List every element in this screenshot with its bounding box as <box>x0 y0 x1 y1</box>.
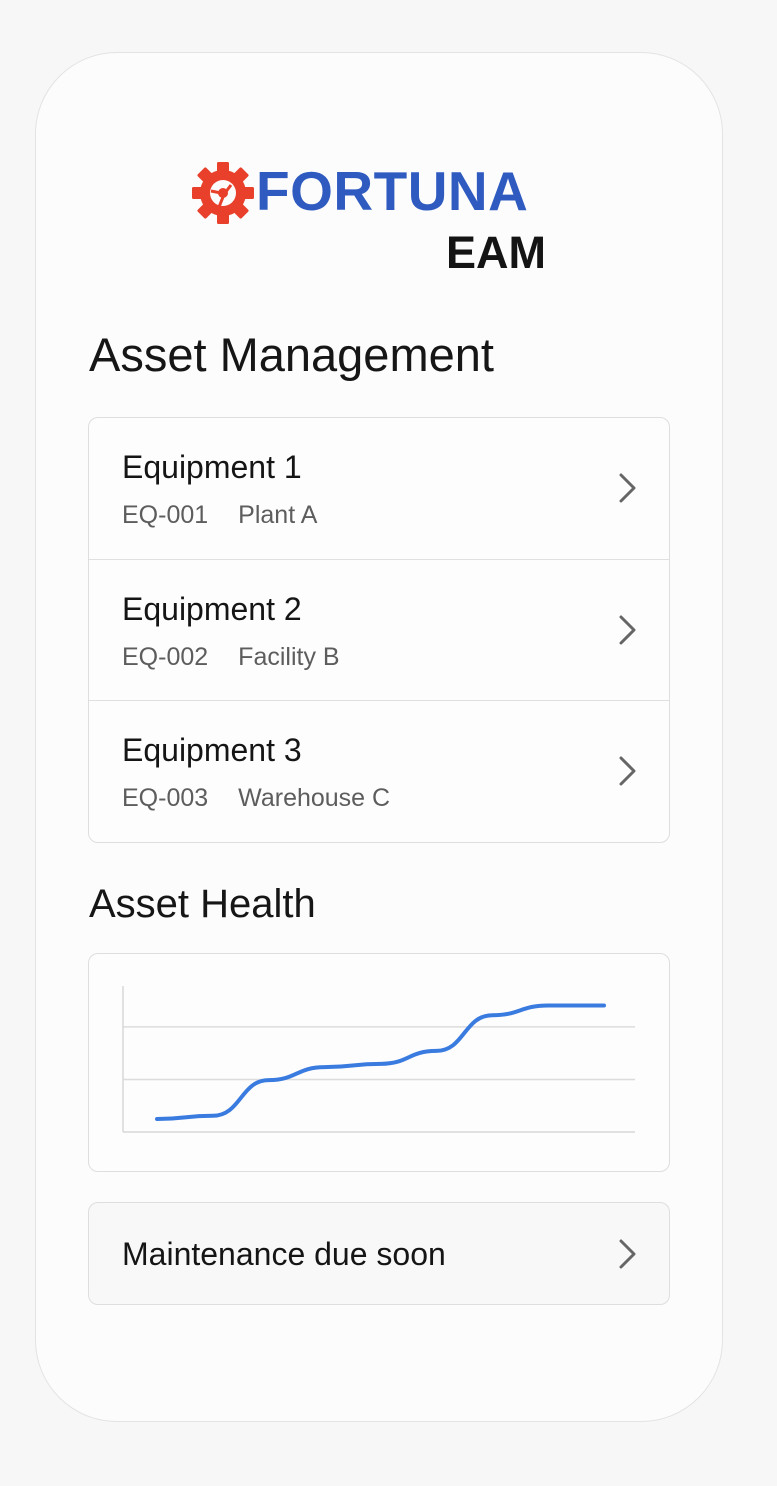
page-title: Asset Management <box>89 328 494 381</box>
brand-logo: FORTUNA EAM <box>190 158 550 278</box>
equipment-list: Equipment 1 EQ-001 Plant A Equipment 2 EQ… <box>88 417 670 843</box>
equipment-meta: EQ-001 Plant A <box>122 500 317 530</box>
equipment-code: EQ-002 <box>122 643 209 671</box>
asset-health-chart <box>122 986 635 1133</box>
equipment-name: Equipment 3 <box>122 732 302 768</box>
equipment-code: EQ-003 <box>122 784 209 812</box>
equipment-location: Warehouse C <box>238 784 391 812</box>
brand-product: EAM <box>446 227 546 278</box>
list-item-equipment-2[interactable]: Equipment 2 EQ-002 Facility B <box>89 559 669 700</box>
equipment-location: Plant A <box>238 501 318 529</box>
chevron-right-icon <box>619 615 636 645</box>
equipment-location: Facility B <box>238 643 340 671</box>
brand-name: FORTUNA <box>256 160 529 222</box>
list-item-equipment-3[interactable]: Equipment 3 EQ-003 Warehouse C <box>89 700 669 841</box>
gear-logo-icon <box>192 162 254 224</box>
equipment-name: Equipment 1 <box>122 449 302 485</box>
equipment-name: Equipment 2 <box>122 591 302 627</box>
equipment-meta: EQ-002 Facility B <box>122 642 340 672</box>
equipment-code: EQ-001 <box>122 501 209 529</box>
chart-series-line-1 <box>155 1003 606 1122</box>
equipment-meta: EQ-003 Warehouse C <box>122 783 390 813</box>
chevron-right-icon <box>619 1239 636 1269</box>
chevron-right-icon <box>619 473 636 503</box>
maintenance-label: Maintenance due soon <box>122 1236 446 1272</box>
list-item-equipment-1[interactable]: Equipment 1 EQ-001 Plant A <box>89 418 669 559</box>
chevron-right-icon <box>619 756 636 786</box>
section-title-asset-health: Asset Health <box>89 882 316 926</box>
asset-health-chart-card <box>88 953 670 1172</box>
maintenance-due-button[interactable]: Maintenance due soon <box>88 1202 670 1305</box>
